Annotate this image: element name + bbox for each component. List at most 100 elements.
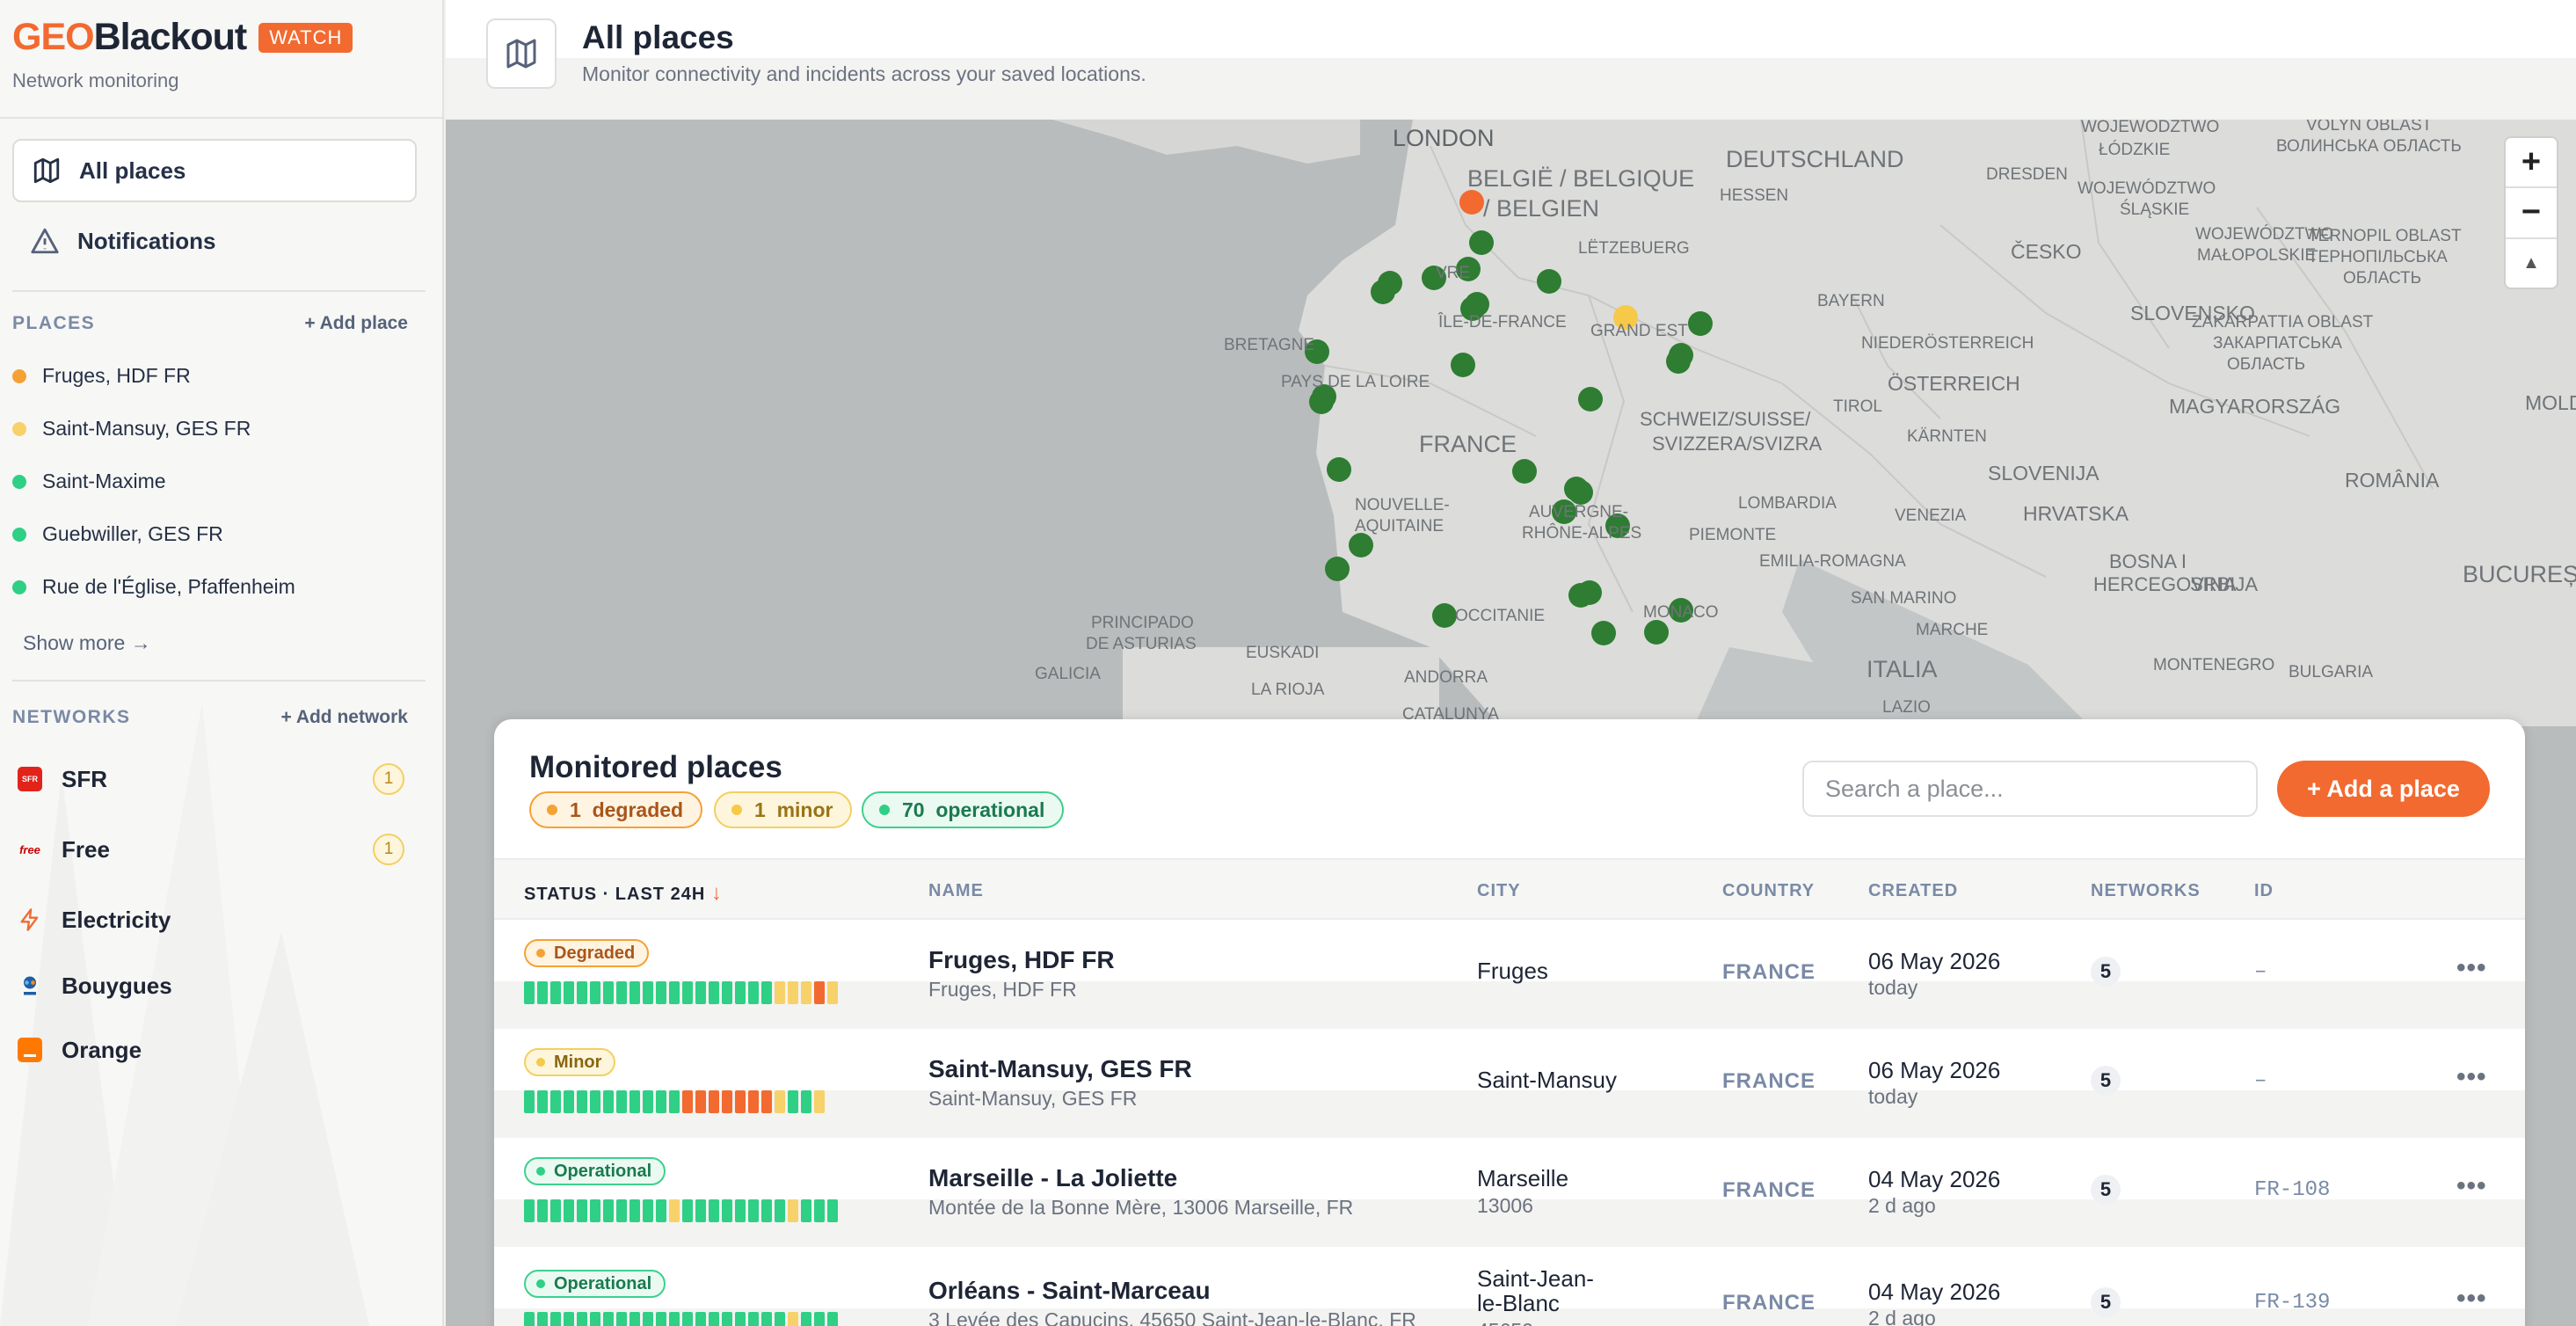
- created-date: 06 May 2026: [1868, 1057, 2001, 1083]
- svg-text:SLOVENIJA: SLOVENIJA: [1988, 462, 2099, 484]
- divider: [12, 290, 426, 292]
- place-name[interactable]: Orléans - Saint-Marceau: [928, 1277, 1211, 1305]
- more-options-icon[interactable]: •••: [2456, 953, 2487, 983]
- table-row[interactable]: Operational Marseille - La Joliette Mont…: [494, 1138, 2525, 1247]
- status-dot: [12, 474, 26, 489]
- sidebar-place-item[interactable]: Saint-Maxime: [12, 470, 166, 493]
- column-id[interactable]: ID: [2254, 881, 2274, 901]
- map-marker-operational[interactable]: [1327, 457, 1351, 482]
- map-marker-operational[interactable]: [1578, 387, 1603, 412]
- place-address: Fruges, HDF FR: [928, 978, 1077, 1001]
- place-city: Saint-Mansuy: [1477, 1067, 1617, 1093]
- column-name[interactable]: NAME: [928, 881, 984, 901]
- column-city[interactable]: CITY: [1477, 881, 1521, 901]
- uptime-segment: [748, 1199, 759, 1222]
- map-marker-operational[interactable]: [1666, 349, 1691, 374]
- map-marker-operational[interactable]: [1591, 621, 1616, 645]
- network-item-bouygues[interactable]: Bouygues: [18, 964, 404, 1008]
- svg-text:WOJEWÓDZTWO: WOJEWÓDZTWO: [2078, 178, 2216, 198]
- degraded-count-pill[interactable]: 1 degraded: [529, 791, 703, 828]
- network-item-free[interactable]: free Free 1: [18, 827, 404, 871]
- svg-text:/ BELGIEN: / BELGIEN: [1483, 195, 1599, 222]
- svg-text:ŚLĄSKIE: ŚLĄSKIE: [2120, 200, 2189, 219]
- nav-all-places[interactable]: All places: [12, 139, 417, 202]
- uptime-segment: [524, 1090, 535, 1113]
- map-marker-operational[interactable]: [1432, 603, 1457, 628]
- map-marker-operational[interactable]: [1577, 580, 1602, 605]
- place-name[interactable]: Marseille - La Joliette: [928, 1164, 1177, 1192]
- svg-text:LA RIOJA: LA RIOJA: [1251, 681, 1325, 699]
- map-marker-operational[interactable]: [1537, 269, 1561, 294]
- place-label: Guebwiller, GES FR: [42, 522, 223, 545]
- sort-arrow-icon[interactable]: ↓: [711, 881, 723, 905]
- nav-notifications[interactable]: Notifications: [12, 209, 417, 273]
- svg-text:ТЕРНОПІЛЬСЬКА: ТЕРНОПІЛЬСЬКА: [2308, 248, 2448, 266]
- add-network-link[interactable]: + Add network: [281, 707, 409, 728]
- uptime-segment: [735, 1199, 746, 1222]
- svg-text:FRANCE: FRANCE: [1419, 431, 1517, 457]
- svg-text:EUSKADI: EUSKADI: [1246, 644, 1319, 662]
- column-created[interactable]: CREATED: [1868, 881, 1958, 901]
- table-row[interactable]: Operational Orléans - Saint-Marceau 3 Le…: [494, 1247, 2525, 1326]
- add-place-button[interactable]: + Add a place: [2277, 761, 2490, 817]
- app-logo[interactable]: GEO Blackout WATCH: [12, 16, 353, 59]
- table-row[interactable]: Degraded Fruges, HDF FR Fruges, HDF FR F…: [494, 920, 2525, 1029]
- sidebar-place-item[interactable]: Rue de l'Église, Pfaffenheim: [12, 575, 295, 599]
- svg-text:KÄRNTEN: KÄRNTEN: [1907, 427, 1987, 446]
- places-heading: PLACES: [12, 313, 96, 333]
- sidebar-place-item[interactable]: Saint-Mansuy, GES FR: [12, 417, 251, 441]
- map-marker-operational[interactable]: [1349, 533, 1373, 557]
- network-item-sfr[interactable]: SFR SFR 1: [18, 757, 404, 801]
- column-status[interactable]: STATUS · LAST 24H ↓: [524, 881, 723, 906]
- map-marker-degraded[interactable]: [1459, 190, 1484, 215]
- map-marker-operational[interactable]: [1564, 477, 1589, 501]
- compass-icon[interactable]: ▲: [2506, 237, 2557, 288]
- more-options-icon[interactable]: •••: [2456, 1062, 2487, 1092]
- minor-count-pill[interactable]: 1 minor: [714, 791, 853, 828]
- lightning-icon: [20, 908, 39, 931]
- more-options-icon[interactable]: •••: [2456, 1171, 2487, 1201]
- network-count: 5: [2091, 1287, 2121, 1317]
- map-marker-operational[interactable]: [1325, 557, 1350, 581]
- sfr-logo-icon: SFR: [18, 767, 42, 791]
- uptime-segment: [629, 1199, 640, 1222]
- zoom-out-button[interactable]: −: [2506, 186, 2557, 237]
- network-label: Bouygues: [62, 972, 172, 999]
- network-item-orange[interactable]: Orange: [18, 1028, 404, 1072]
- table-row[interactable]: Minor Saint-Mansuy, GES FR Saint-Mansuy,…: [494, 1029, 2525, 1138]
- search-input[interactable]: [1802, 761, 2258, 817]
- sidebar-place-item[interactable]: Guebwiller, GES FR: [12, 522, 223, 546]
- more-options-icon[interactable]: •••: [2456, 1284, 2487, 1314]
- uptime-segment: [827, 1312, 838, 1326]
- uptime-segment: [722, 1090, 732, 1113]
- page-title: All places: [582, 19, 734, 55]
- map-marker-operational[interactable]: [1469, 230, 1494, 255]
- uptime-segment: [788, 1090, 798, 1113]
- show-more-link[interactable]: Show more →: [23, 631, 151, 655]
- column-networks[interactable]: NETWORKS: [2091, 881, 2201, 901]
- column-country[interactable]: COUNTRY: [1722, 881, 1815, 901]
- uptime-segment: [537, 981, 548, 1004]
- uptime-segment: [748, 1312, 759, 1326]
- place-id: –: [2254, 960, 2267, 984]
- map-marker-operational[interactable]: [1371, 280, 1395, 304]
- map-marker-operational[interactable]: [1451, 353, 1475, 377]
- panel-title: Monitored places: [529, 750, 782, 784]
- add-place-link[interactable]: + Add place: [304, 313, 408, 334]
- map-marker-operational[interactable]: [1644, 620, 1669, 645]
- map-marker-operational[interactable]: [1512, 459, 1537, 484]
- map-marker-operational[interactable]: [1688, 311, 1713, 336]
- uptime-segment: [788, 1199, 798, 1222]
- svg-text:ÖSTERREICH: ÖSTERREICH: [1888, 372, 2020, 395]
- page-subtitle: Monitor connectivity and incidents acros…: [582, 62, 1146, 85]
- zoom-in-button[interactable]: +: [2506, 138, 2557, 186]
- place-name[interactable]: Fruges, HDF FR: [928, 946, 1115, 974]
- uptime-segment: [550, 1199, 561, 1222]
- map-zoom-control[interactable]: + − ▲: [2504, 136, 2558, 289]
- sidebar-place-item[interactable]: Fruges, HDF FR: [12, 364, 191, 388]
- place-name[interactable]: Saint-Mansuy, GES FR: [928, 1055, 1192, 1083]
- operational-count-pill[interactable]: 70 operational: [862, 791, 1065, 828]
- network-item-electricity[interactable]: Electricity: [18, 898, 404, 942]
- status-dot: [879, 805, 890, 815]
- uptime-segment: [550, 1312, 561, 1326]
